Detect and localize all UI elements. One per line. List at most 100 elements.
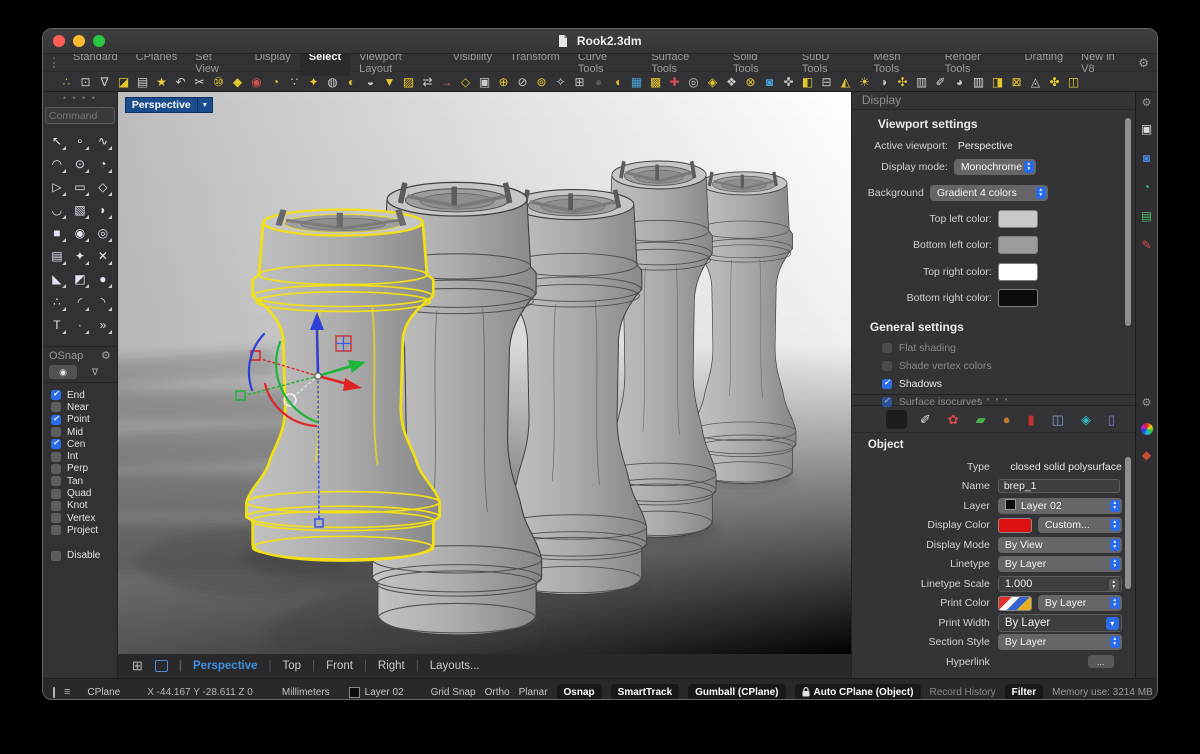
panel-tab-display[interactable]: ▣: [1141, 123, 1152, 135]
viewport-tab[interactable]: Top: [258, 660, 302, 672]
panel-tab-layers[interactable]: ▤: [1141, 210, 1152, 222]
notes-tab[interactable]: ▮: [1023, 410, 1038, 429]
current-layer-chip[interactable]: Layer 02: [349, 687, 404, 698]
checkbox[interactable]: ✓: [51, 476, 61, 486]
toolbar-icon[interactable]: ◙: [760, 73, 779, 91]
color-panel-tab-icon[interactable]: [1141, 423, 1153, 435]
viewport-tab[interactable]: Layouts...: [405, 660, 480, 672]
object-properties-tab[interactable]: [886, 410, 907, 429]
toolbar-icon[interactable]: ▦: [627, 73, 646, 91]
box-tool[interactable]: ■: [46, 222, 67, 244]
display-color-swatch[interactable]: [998, 518, 1032, 533]
object-panel-tab-icon[interactable]: ◆: [1142, 449, 1151, 461]
toolbar-icon[interactable]: ⊕: [494, 73, 513, 91]
planar-toggle[interactable]: Planar: [519, 687, 548, 698]
viewport-3d-scene[interactable]: [118, 92, 851, 654]
hyperlink-browse-button[interactable]: ...: [1088, 655, 1114, 668]
display-scrollbar[interactable]: [1125, 118, 1131, 326]
osnap-toggle[interactable]: Osnap: [557, 684, 602, 700]
toolbar-icon[interactable]: ◧: [798, 73, 817, 91]
pointer-tool[interactable]: ↖: [46, 130, 67, 152]
viewport-tab[interactable]: Right: [353, 660, 405, 672]
print-color-swatch[interactable]: [998, 596, 1032, 611]
checkbox[interactable]: ✓: [51, 427, 61, 437]
display-check-row[interactable]: ✓ Shadows: [882, 378, 1135, 390]
arc-tool[interactable]: ◠: [46, 153, 67, 175]
checkbox[interactable]: ✓: [51, 439, 61, 449]
toolbar-icon[interactable]: ⇄: [418, 73, 437, 91]
checkbox[interactable]: ✓: [51, 551, 61, 561]
edge-softening-tab[interactable]: ◈: [1077, 410, 1095, 429]
checkbox[interactable]: ✓: [51, 464, 61, 474]
quad-view-icon[interactable]: ⊞: [132, 658, 143, 674]
curve-edit-tool[interactable]: ◡: [46, 199, 67, 221]
checkbox[interactable]: ✓: [51, 415, 61, 425]
menu-settings-gear-icon[interactable]: ⚙: [1138, 56, 1149, 70]
checkbox[interactable]: ✓: [51, 402, 61, 412]
toolbar-icon[interactable]: ●: [589, 73, 608, 91]
record-history-toggle[interactable]: Record History: [930, 687, 996, 698]
toolbar-icon[interactable]: ∴: [57, 73, 76, 91]
toolbar-icon[interactable]: ◍: [323, 73, 342, 91]
object-scrollbar[interactable]: [1125, 457, 1131, 589]
panel-tab-materials[interactable]: ✎: [1142, 239, 1152, 251]
texture-mapping-tab[interactable]: ▰: [972, 410, 990, 429]
toolbar-icon[interactable]: ◨: [988, 73, 1007, 91]
toolbar-icon[interactable]: ⊚: [532, 73, 551, 91]
name-field[interactable]: [998, 479, 1120, 493]
polygon-tool[interactable]: ◇: [92, 176, 113, 198]
toolbar-icon[interactable]: ∇: [95, 73, 114, 91]
osnap-points-tab[interactable]: ◉: [49, 365, 77, 379]
layer-dropdown[interactable]: Layer 02 ▴▾: [998, 498, 1122, 514]
osnap-row[interactable]: ✓ End: [51, 389, 117, 401]
color-swatch[interactable]: [998, 289, 1038, 307]
display-check-row[interactable]: ✓ Shade vertex colors: [882, 360, 1135, 372]
fillet-tool[interactable]: ◣: [46, 268, 67, 290]
circle-tool[interactable]: ⊙: [69, 153, 90, 175]
color-swatch[interactable]: [998, 236, 1038, 254]
checkbox[interactable]: ✓: [51, 513, 61, 523]
combo-chevron-icon[interactable]: ▾: [1106, 617, 1119, 630]
osnap-row[interactable]: ✓ Near: [51, 401, 117, 413]
osnap-row[interactable]: ✓ Vertex: [51, 512, 117, 524]
draw-order-tab[interactable]: ◫: [1048, 410, 1068, 429]
toolbar-icon[interactable]: ✤: [1045, 73, 1064, 91]
toolbar-icon[interactable]: ★: [152, 73, 171, 91]
toolbar-icon[interactable]: ✚: [665, 73, 684, 91]
delete-tool[interactable]: ✕: [92, 245, 113, 267]
toolbar-grip[interactable]: [53, 57, 58, 68]
toolbar-icon[interactable]: ✦: [304, 73, 323, 91]
print-width-combo[interactable]: By Layer ▾: [998, 614, 1122, 632]
toolbar-icon[interactable]: ✧: [551, 73, 570, 91]
osnap-row[interactable]: ✓ Project: [51, 524, 117, 536]
point-tool[interactable]: ∘: [69, 130, 90, 152]
material-tab[interactable]: ✐: [916, 410, 935, 429]
toolbar-icon[interactable]: ⊠: [1007, 73, 1026, 91]
checkbox[interactable]: ✓: [882, 361, 892, 371]
display-check-row[interactable]: ✓ Surface isocurves: [882, 396, 1135, 408]
toolbar-icon[interactable]: ◎: [684, 73, 703, 91]
gumball-origin[interactable]: [315, 373, 321, 379]
toolbar-icon[interactable]: ▩: [646, 73, 665, 91]
toolbar-icon[interactable]: ◒: [361, 73, 380, 91]
checkbox[interactable]: ✓: [51, 489, 61, 499]
toolbar-icon[interactable]: ⊘: [513, 73, 532, 91]
toolbar-icon[interactable]: ↶: [171, 73, 190, 91]
surface-grid-tool[interactable]: ▤: [46, 245, 67, 267]
linetype-scale-field[interactable]: 1.000 ▴▾: [998, 576, 1122, 592]
spinner-icon[interactable]: ▴▾: [1109, 579, 1119, 591]
background-dropdown[interactable]: Gradient 4 colors ▴▾: [930, 185, 1048, 201]
toolbar-icon[interactable]: ✜: [779, 73, 798, 91]
properties-panel-gear-icon[interactable]: ⚙: [1142, 396, 1152, 409]
viewport-title-button[interactable]: Perspective ▼: [125, 97, 213, 113]
ellipse-tool[interactable]: ◔: [92, 153, 113, 175]
mesh-tool[interactable]: ▧: [69, 199, 90, 221]
text-tool[interactable]: T: [46, 314, 67, 336]
toolbar-icon[interactable]: ▼: [380, 73, 399, 91]
surface-blend-tool[interactable]: ◗: [92, 199, 113, 221]
toolbar-icon[interactable]: ◉: [247, 73, 266, 91]
linetype-dropdown[interactable]: By Layer ▴▾: [998, 556, 1122, 572]
points-on-tool[interactable]: ∴: [46, 291, 67, 313]
command-list-icon[interactable]: ≡: [64, 686, 70, 698]
toolbar-icon[interactable]: ◈: [703, 73, 722, 91]
